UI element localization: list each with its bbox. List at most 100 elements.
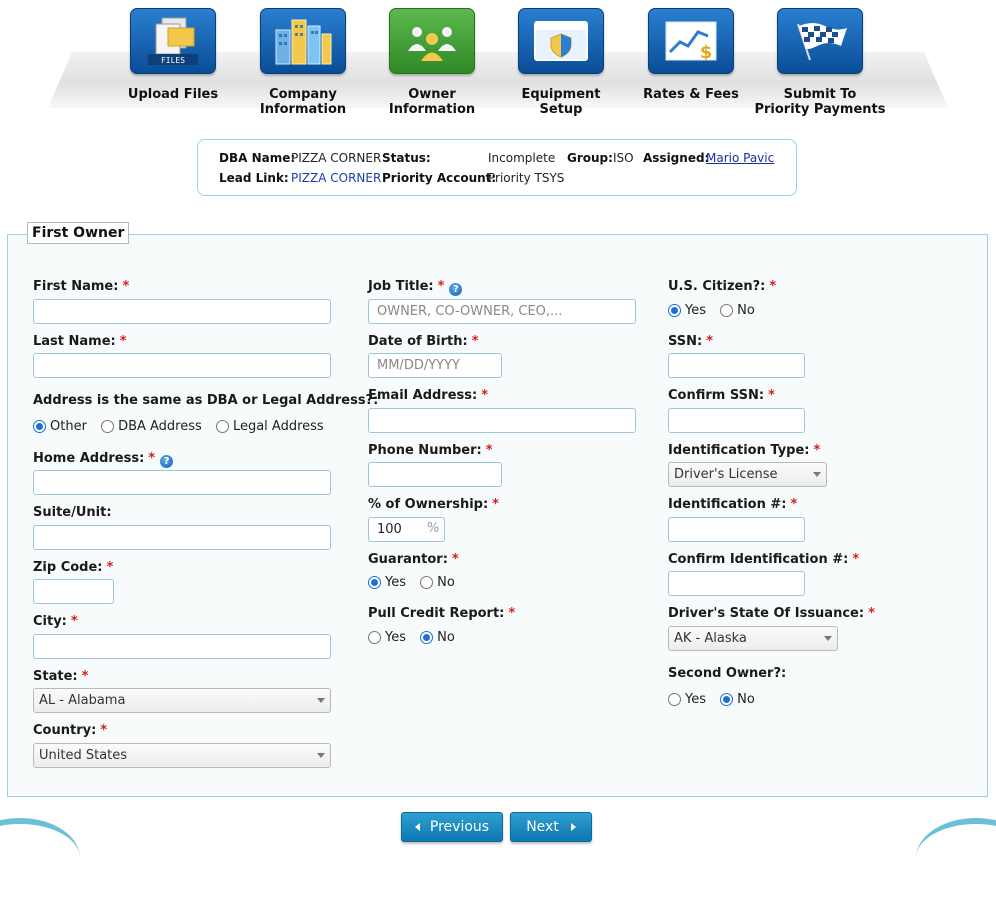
- help-icon[interactable]: ?: [449, 283, 463, 296]
- id-number-label: Identification #: *: [668, 497, 798, 512]
- group-label: Group:: [567, 151, 613, 165]
- guarantor-label: Guarantor: *: [368, 552, 459, 567]
- address-legal-option[interactable]: Legal Address: [215, 419, 324, 434]
- second-owner-label: Second Owner?:: [668, 666, 787, 681]
- buildings-icon[interactable]: [260, 8, 346, 74]
- radio-unselected[interactable]: [215, 420, 229, 433]
- city-label: City: *: [33, 614, 78, 629]
- wizard-step-label[interactable]: Company Information: [228, 87, 378, 117]
- suite-input[interactable]: [33, 525, 331, 550]
- merchant-info-box: DBA Name: PIZZA CORNER Status: Incomplet…: [197, 139, 797, 196]
- percent-suffix: %: [427, 521, 440, 536]
- second-owner-radio-group[interactable]: Yes No: [668, 692, 765, 710]
- browser-shield-icon[interactable]: [518, 8, 604, 74]
- dba-name-label: DBA Name:: [219, 151, 296, 165]
- wizard-step-owner-information[interactable]: Owner Information: [357, 8, 507, 117]
- decorative-curve: [0, 818, 80, 898]
- radio-unselected[interactable]: [668, 693, 681, 706]
- previous-button[interactable]: Previous: [401, 812, 503, 842]
- id-type-label: Identification Type: *: [668, 443, 821, 458]
- chart-dollar-icon[interactable]: $: [648, 8, 734, 74]
- last-name-label: Last Name: *: [33, 334, 127, 349]
- guarantor-yes-option[interactable]: Yes: [368, 575, 406, 590]
- assigned-link[interactable]: Mario Pavic: [706, 151, 774, 165]
- job-title-label: Job Title: *?: [368, 279, 463, 296]
- checkered-flag-icon[interactable]: [777, 8, 863, 74]
- dba-name-value: PIZZA CORNER: [291, 151, 382, 165]
- city-input[interactable]: [33, 634, 331, 659]
- first-name-label: First Name: *: [33, 279, 130, 294]
- group-value: ISO: [613, 151, 634, 165]
- confirm-id-input[interactable]: [668, 571, 805, 596]
- dob-input[interactable]: [368, 353, 502, 378]
- ssn-input[interactable]: [668, 353, 805, 378]
- svg-text:$: $: [700, 42, 713, 63]
- pull-credit-no-option[interactable]: No: [420, 630, 455, 645]
- radio-unselected[interactable]: [720, 304, 734, 317]
- phone-input[interactable]: [368, 462, 502, 487]
- us-citizen-yes-option[interactable]: Yes: [668, 303, 706, 318]
- wizard-step-submit[interactable]: Submit To Priority Payments: [745, 8, 895, 117]
- state-select[interactable]: AL - Alabama: [33, 688, 331, 713]
- radio-selected[interactable]: [420, 631, 434, 644]
- assigned-label: Assigned:: [643, 151, 710, 165]
- us-citizen-no-option[interactable]: No: [720, 303, 755, 318]
- last-name-input[interactable]: [33, 353, 331, 378]
- suite-label: Suite/Unit:: [33, 505, 112, 520]
- home-address-input[interactable]: [33, 470, 331, 495]
- radio-selected[interactable]: [33, 420, 46, 433]
- owners-icon[interactable]: [389, 8, 475, 74]
- id-number-input[interactable]: [668, 517, 805, 542]
- state-label: State: *: [33, 669, 89, 684]
- wizard-step-equipment-setup[interactable]: Equipment Setup: [486, 8, 636, 117]
- pull-credit-yes-option[interactable]: Yes: [368, 630, 406, 645]
- country-select[interactable]: United States: [33, 743, 331, 768]
- dl-state-label: Driver's State Of Issuance: *: [668, 606, 875, 621]
- radio-unselected[interactable]: [368, 631, 381, 644]
- address-same-radio-group[interactable]: Other DBA Address Legal Address: [33, 419, 334, 437]
- chevron-left-icon: [414, 823, 420, 831]
- next-button[interactable]: Next: [510, 812, 592, 842]
- phone-label: Phone Number: *: [368, 443, 493, 458]
- email-input[interactable]: [368, 408, 636, 433]
- radio-unselected[interactable]: [101, 420, 115, 433]
- second-owner-no-option[interactable]: No: [720, 692, 755, 707]
- guarantor-no-option[interactable]: No: [420, 575, 455, 590]
- confirm-ssn-input[interactable]: [668, 408, 805, 433]
- wizard-step-company-information[interactable]: Company Information: [228, 8, 378, 117]
- home-address-label: Home Address: *?: [33, 451, 174, 468]
- confirm-ssn-label: Confirm SSN: *: [668, 388, 775, 403]
- wizard-step-label[interactable]: Upload Files: [98, 87, 248, 102]
- id-type-select[interactable]: Driver's License: [668, 462, 827, 487]
- first-owner-legend: First Owner: [27, 222, 130, 244]
- wizard-step-label[interactable]: Submit To Priority Payments: [745, 87, 895, 117]
- priority-account-value: Priority TSYS: [488, 171, 565, 185]
- status-value: Incomplete: [488, 151, 556, 165]
- address-same-label: Address is the same as DBA or Legal Addr…: [33, 393, 379, 408]
- help-icon[interactable]: ?: [160, 455, 174, 468]
- chevron-down-icon: [813, 472, 821, 477]
- us-citizen-radio-group[interactable]: Yes No: [668, 303, 765, 321]
- wizard-step-label[interactable]: Equipment Setup: [486, 87, 636, 117]
- wizard-step-label[interactable]: Rates & Fees: [616, 87, 766, 102]
- address-dba-option[interactable]: DBA Address: [101, 419, 202, 434]
- wizard-step-upload-files[interactable]: FILES Upload Files: [98, 8, 248, 102]
- files-icon[interactable]: FILES: [130, 8, 216, 74]
- radio-unselected[interactable]: [420, 576, 434, 589]
- wizard-step-rates-fees[interactable]: $ Rates & Fees: [616, 8, 766, 102]
- second-owner-yes-option[interactable]: Yes: [668, 692, 706, 707]
- radio-selected[interactable]: [368, 576, 381, 589]
- files-badge: FILES: [161, 56, 185, 65]
- dl-state-select[interactable]: AK - Alaska: [668, 626, 838, 651]
- wizard-step-label[interactable]: Owner Information: [357, 87, 507, 117]
- radio-selected[interactable]: [668, 304, 681, 317]
- guarantor-radio-group[interactable]: Yes No: [368, 575, 465, 593]
- radio-selected[interactable]: [720, 693, 734, 706]
- decorative-curve: [916, 818, 996, 898]
- lead-link[interactable]: PIZZA CORNER: [291, 171, 381, 185]
- job-title-input[interactable]: [368, 299, 636, 324]
- address-other-option[interactable]: Other: [33, 419, 87, 434]
- pull-credit-radio-group[interactable]: Yes No: [368, 630, 465, 648]
- zip-code-input[interactable]: [33, 579, 114, 604]
- first-name-input[interactable]: [33, 299, 331, 324]
